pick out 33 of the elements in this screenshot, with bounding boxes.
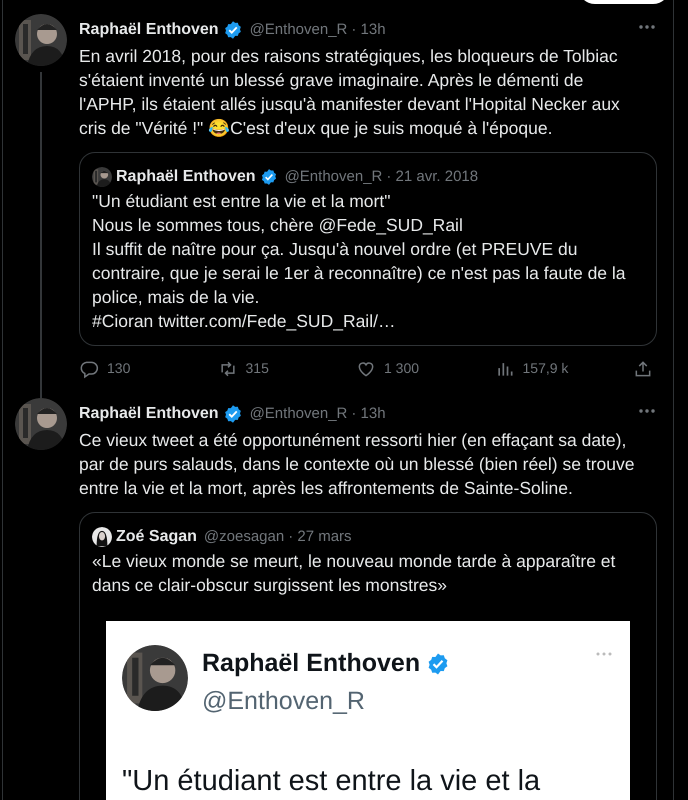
tweet-time[interactable]: · 21 avr. 2018	[386, 166, 478, 188]
action-count: 130	[107, 359, 130, 378]
author-name[interactable]: Raphaël Enthoven	[116, 165, 256, 189]
author-handle[interactable]: @Enthoven_R	[250, 402, 348, 426]
tweet-time[interactable]: · 27 mars	[288, 526, 352, 548]
author-name[interactable]: Raphaël Enthoven	[79, 402, 219, 426]
quote-text: #Cioran twitter.com/Fede_SUD_Rail/…	[92, 310, 396, 333]
tweet-time[interactable]: · 13h	[351, 402, 386, 426]
action-count: 315	[246, 359, 269, 378]
more-button[interactable]	[637, 24, 657, 30]
quote-text: Nous le sommes tous, chère @Fede_SUD_Rail	[92, 214, 464, 237]
action-count: 1 300	[384, 359, 420, 378]
author-handle: @Enthoven_R	[202, 686, 366, 716]
tweet-text: En avril 2018, pour des raisons stratégiques, les bloqueurs de Tolbiac s'étaient inventé un blessé grave imaginaire. Après le démenti de l'APHP, ils étaient allés jusqu'à manifester devant l'Hopital Necker aux cris de "Vérité !" 😂C'est d'eux que je suis moqué à l'époque.	[79, 45, 621, 140]
action-count: 157,9 k	[522, 359, 568, 378]
quote-text: "Un étudiant est entre la vie et la mort"	[92, 190, 392, 213]
author-handle[interactable]: @zoesagan	[204, 526, 284, 548]
author-handle[interactable]: @Enthoven_R	[284, 166, 382, 188]
author-name: Raphaël Enthoven	[202, 648, 420, 679]
tweet-time[interactable]: · 13h	[351, 18, 386, 42]
speech-bubble-icon[interactable]	[79, 358, 99, 378]
author-name[interactable]: Raphaël Enthoven	[79, 18, 219, 42]
quoted-tweet-card[interactable]	[79, 152, 657, 346]
author-name[interactable]: Zoé Sagan	[116, 525, 197, 549]
author-handle[interactable]: @Enthoven_R	[250, 18, 348, 42]
quoted-tweet-card[interactable]	[79, 512, 657, 800]
share-icon[interactable]	[633, 358, 653, 378]
more-button[interactable]	[637, 408, 657, 414]
tweet-text: "Un étudiant est entre la vie et la	[122, 764, 542, 799]
quote-text: Il suffit de naître pour ça. Jusqu'à nouvel ordre (et PREUVE du contraire, que je serai le 1er à reconnaître) ce n'est pas la faute de la police, mais de la vie.	[92, 238, 627, 309]
quote-text: «Le vieux monde se meurt, le nouveau monde tarde à apparaître et dans ce clair-obscur surgissent les monstres»	[92, 550, 616, 597]
tweet-text: Ce vieux tweet a été opportunément ressorti hier (en effaçant sa date), par de purs salauds, dans le contexte où un blessé (bien réel) se trouve entre la vie et la mort, après les affrontements de Sainte-Soline.	[79, 429, 636, 500]
more-icon	[594, 651, 614, 657]
